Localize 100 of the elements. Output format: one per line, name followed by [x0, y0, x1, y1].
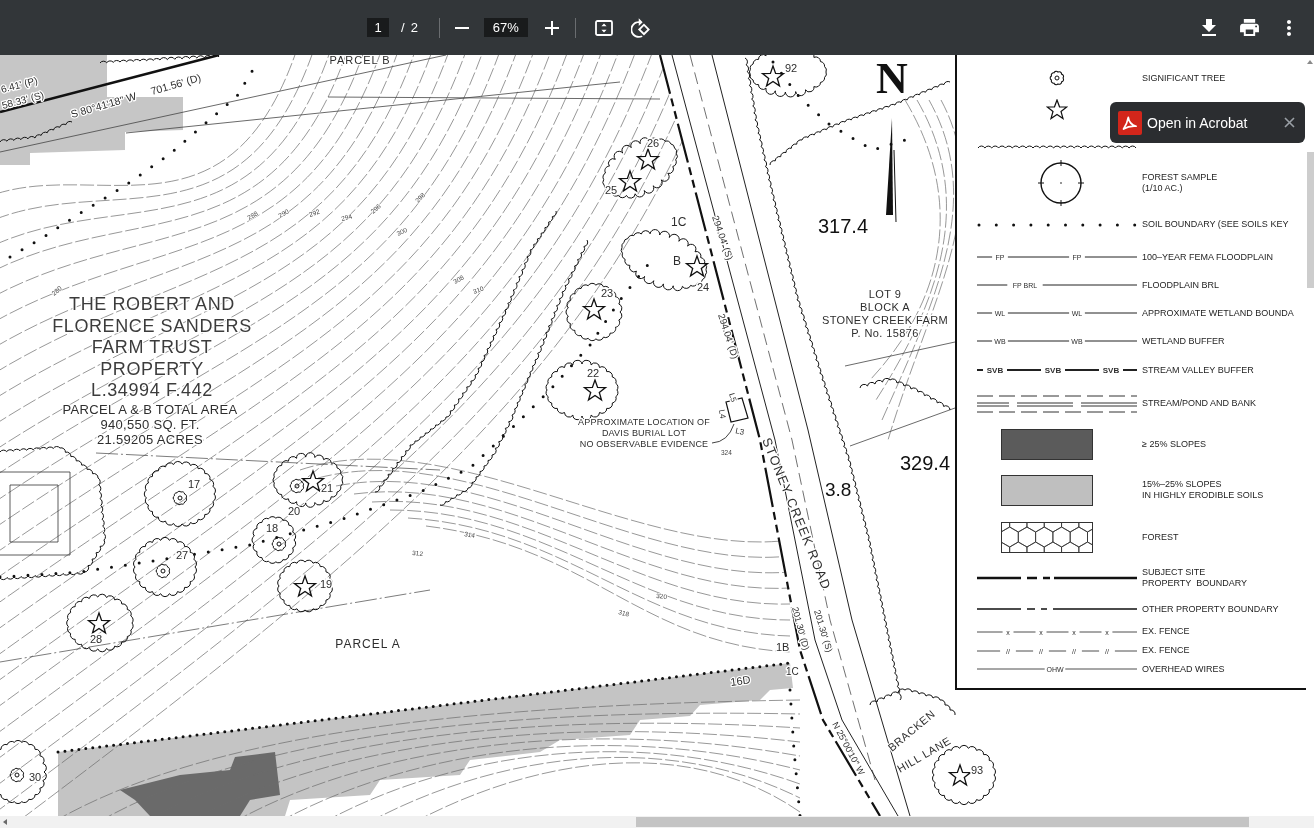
zoom-field[interactable]: 67% — [483, 18, 528, 37]
rosette-icon — [9, 767, 25, 783]
page-separator: / — [401, 20, 405, 35]
line-label: L4 — [717, 408, 728, 420]
scroll-up-arrow-icon[interactable] — [1307, 60, 1313, 64]
tree-canopy-outline — [0, 739, 47, 805]
tree-number: 28 — [89, 633, 103, 645]
stream-lines-icon — [977, 393, 1137, 414]
point-label: 1C — [671, 215, 687, 229]
elevation-value: 3.8 — [825, 479, 852, 500]
bearing-label: 294.04' (D) — [716, 312, 741, 361]
legend-label: APPROXIMATE WETLAND BOUNDA — [1142, 307, 1294, 319]
tree-number: 92 — [784, 62, 798, 74]
tree-number: 30 — [28, 771, 42, 783]
tree-canopy-outline — [251, 516, 297, 564]
legend-label: SOIL BOUNDARY (SEE SOILS KEY — [1142, 219, 1289, 230]
legend-label: WETLAND BUFFER — [1142, 335, 1225, 347]
tree-number: 22 — [586, 367, 600, 379]
star-icon — [581, 297, 607, 321]
line-code: SVB — [1102, 365, 1120, 375]
burial-lot-note: APPROXIMATE LOCATION OF DAVIS BURIAL LOT NO OBSERVABLE EVIDENCE — [578, 417, 710, 449]
page-number-field[interactable]: 1 — [367, 18, 389, 37]
legend-label: FOREST — [1142, 531, 1179, 543]
star-icon — [684, 254, 710, 278]
rosette-icon — [172, 490, 188, 506]
scallop-line-icon — [977, 142, 1137, 149]
star-icon — [292, 574, 318, 598]
legend-label: 100–YEAR FEMA FLOODPLAIN — [1142, 251, 1274, 263]
open-in-app-button[interactable]: Open in Acrobat — [1118, 110, 1248, 135]
star-icon — [947, 763, 973, 787]
elevation-value: 317.4 — [818, 215, 869, 237]
more-icon — [1287, 19, 1291, 36]
parcel-label: PARCEL A — [335, 637, 401, 651]
tree-canopy-outline — [277, 559, 333, 613]
star-icon — [1046, 99, 1068, 120]
point-label: B — [673, 254, 681, 268]
tree-number: 23 — [600, 287, 614, 299]
property-area-note: PARCEL A & B TOTAL AREA 940,550 SQ. FT. 21.59205 ACRES — [62, 402, 238, 447]
tree-number: 19 — [319, 578, 333, 590]
tree-number: 27 — [175, 549, 189, 561]
legend-label: OVERHEAD WIRES — [1142, 663, 1225, 675]
tree-number: 17 — [187, 478, 201, 490]
line-sample-icon — [977, 650, 1137, 651]
bearing-label: 701.56' (D) — [149, 71, 203, 97]
steep-slope-swatch-icon — [1001, 428, 1093, 460]
boundary-line-icon — [977, 608, 1137, 610]
fit-page-icon — [594, 19, 613, 36]
moderate-slope-swatch-icon — [1001, 474, 1093, 506]
tree-number: 26 — [646, 137, 660, 149]
legend-label: SIGNIFICANT TREE — [1142, 72, 1226, 84]
page-count: 2 — [410, 20, 418, 35]
tree-canopy-outline — [66, 593, 134, 653]
tree-canopy-outline — [133, 536, 197, 598]
rosette-icon — [1048, 69, 1066, 87]
star-icon — [582, 378, 608, 402]
bearing-label: 294.04' (S) — [710, 214, 736, 262]
print-icon — [1239, 19, 1259, 36]
scroll-left-arrow-icon[interactable] — [3, 819, 7, 825]
boundary-line-icon — [977, 576, 1137, 580]
legend-label: ≥ 25% SLOPES — [1142, 438, 1206, 450]
line-sample-icon — [977, 369, 1137, 371]
line-sample-icon — [977, 284, 1137, 286]
legend-label: EX. FENCE — [1142, 645, 1190, 656]
scrollbar-thumb[interactable] — [636, 817, 1249, 827]
parcel-label: PARCEL B — [329, 55, 391, 66]
line-sample-icon — [977, 312, 1137, 314]
point-label: 1B — [776, 641, 790, 653]
logo-icon — [1118, 110, 1142, 135]
legend-label: SUBJECT SITE PROPERTY BOUNDARY — [1142, 567, 1248, 589]
tree-number: 21 — [320, 482, 334, 494]
legend-label: STREAM/POND AND BANK — [1142, 398, 1257, 409]
close-icon — [1283, 117, 1295, 128]
line-label: L3 — [734, 426, 746, 437]
lot-label: LOT 9 BLOCK A STONEY CREEK FARM P. No. 15876 — [821, 288, 949, 339]
legend-label: STREAM VALLEY BUFFER — [1142, 364, 1254, 376]
elevation-value: 329.4 — [900, 452, 951, 474]
download-icon — [1202, 19, 1216, 36]
legend-label: FLOODPLAIN BRL — [1142, 279, 1220, 291]
tree-number: 18 — [265, 522, 279, 534]
line-sample-icon — [977, 340, 1137, 342]
bearing-label: 201.30' (S) — [812, 608, 835, 654]
line-label: L5 — [727, 391, 739, 404]
legend-label: FOREST SAMPLE (1/10 AC.) — [1142, 172, 1218, 194]
line-sample-icon — [977, 631, 1137, 632]
line-code: SVB — [986, 365, 1004, 375]
line-sample-icon — [977, 256, 1137, 258]
hexagon-pattern-icon — [1001, 521, 1093, 553]
star-icon — [635, 147, 661, 171]
scrollbar-thumb[interactable] — [1306, 152, 1314, 288]
legend-label: 15%–25% SLOPES IN HIGHLY ERODIBLE SOILS — [1142, 479, 1264, 501]
line-code: SVB — [1044, 365, 1062, 375]
minus-icon — [454, 26, 469, 29]
rosette-icon — [289, 478, 305, 494]
north-letter: N — [876, 55, 908, 103]
legend-label: OTHER PROPERTY BOUNDARY — [1142, 603, 1279, 615]
tree-number: 24 — [696, 281, 710, 293]
tree-number: 20 — [287, 505, 301, 517]
star-icon — [617, 169, 643, 193]
leader-line — [711, 423, 735, 444]
star-icon — [86, 611, 112, 635]
